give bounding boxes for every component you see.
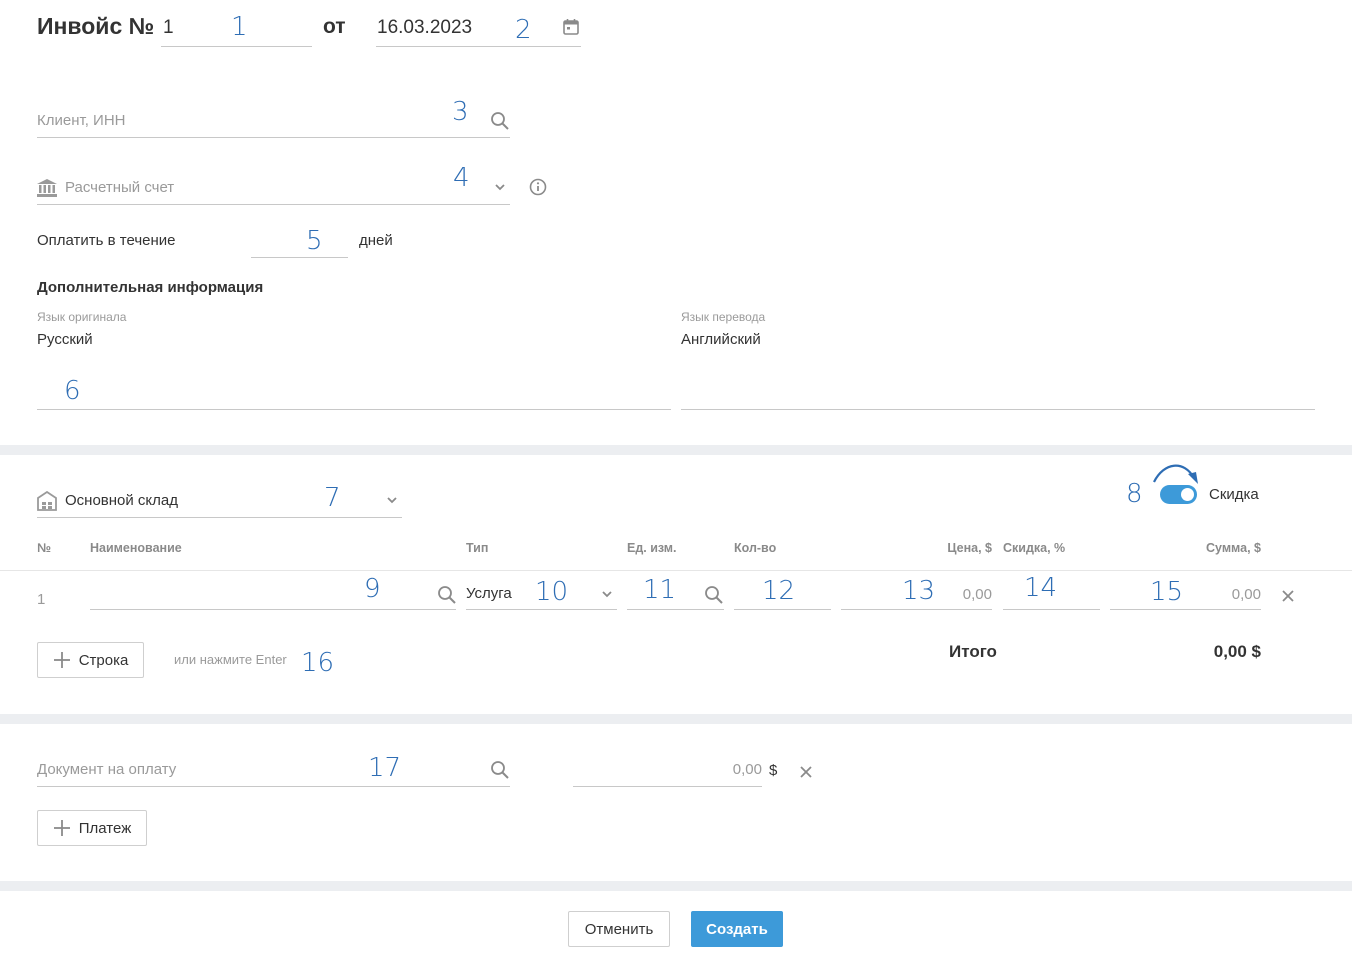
annotation-9: 9 xyxy=(364,574,381,604)
chevron-down-icon[interactable] xyxy=(385,495,399,505)
annotation-12: 12 xyxy=(762,576,796,606)
price-input[interactable]: 0,00 xyxy=(841,586,992,603)
original-lang-value[interactable]: Русский xyxy=(37,331,93,348)
row-index: 1 xyxy=(37,591,46,608)
annotation-16: 16 xyxy=(301,648,335,678)
client-input[interactable]: Клиент, ИНН xyxy=(37,112,125,129)
plus-icon xyxy=(53,819,71,837)
warehouse-select[interactable]: Основной склад xyxy=(65,492,178,509)
annotation-5: 5 xyxy=(306,226,323,256)
search-icon[interactable] xyxy=(490,111,510,131)
annotation-4: 4 xyxy=(453,163,470,193)
days-label: дней xyxy=(359,232,393,249)
annotation-8: 8 xyxy=(1126,479,1143,509)
annotation-10: 10 xyxy=(535,577,569,607)
unit-input[interactable] xyxy=(627,609,724,610)
qty-input[interactable] xyxy=(734,609,831,610)
translation-text-field[interactable] xyxy=(681,409,1315,410)
annotation-14: 14 xyxy=(1024,573,1058,603)
col-header-price: Цена, $ xyxy=(947,541,992,555)
bank-icon xyxy=(37,179,57,197)
annotation-2: 2 xyxy=(515,15,532,45)
annotation-17: 17 xyxy=(368,753,402,783)
item-type-select[interactable]: Услуга xyxy=(466,585,512,602)
col-header-sum: Сумма, $ xyxy=(1206,541,1261,555)
annotation-11: 11 xyxy=(643,575,677,605)
search-icon[interactable] xyxy=(490,760,510,780)
discount-input[interactable] xyxy=(1003,609,1100,610)
discount-toggle[interactable] xyxy=(1160,485,1197,504)
discount-toggle-label: Скидка xyxy=(1209,486,1259,503)
close-icon[interactable] xyxy=(799,765,813,779)
col-header-qty: Кол-во xyxy=(734,541,777,555)
close-icon[interactable] xyxy=(1281,589,1295,603)
account-select[interactable]: Расчетный счет xyxy=(65,179,174,196)
warehouse-icon xyxy=(37,491,57,511)
total-value: 0,00 $ xyxy=(1213,642,1261,661)
section-divider xyxy=(0,881,1352,891)
payment-doc-input[interactable]: Документ на оплату xyxy=(37,761,176,778)
date-input[interactable]: 16.03.2023 xyxy=(377,17,472,39)
add-payment-label: Платеж xyxy=(78,819,132,837)
section-divider xyxy=(0,445,1352,455)
col-header-discount: Скидка, % xyxy=(1003,541,1066,555)
page-title: Инвойс № xyxy=(37,13,155,39)
additional-info-heading: Дополнительная информация xyxy=(37,279,264,296)
add-row-button[interactable]: Строка xyxy=(37,642,144,678)
translation-lang-label: Язык перевода xyxy=(681,310,766,324)
total-label: Итого xyxy=(949,642,997,661)
original-lang-label: Язык оригинала xyxy=(37,310,127,324)
enter-hint: или нажмите Enter xyxy=(174,652,287,667)
search-icon[interactable] xyxy=(437,585,457,605)
translation-lang-value[interactable]: Английский xyxy=(681,331,761,348)
sum-value: 0,00 xyxy=(1231,586,1261,603)
add-payment-button[interactable]: Платеж xyxy=(37,810,147,846)
payment-term-label: Оплатить в течение xyxy=(37,232,176,249)
arrow-curve-icon xyxy=(1150,460,1200,486)
annotation-1: 1 xyxy=(231,12,248,42)
payment-amount-input[interactable]: 0,00 xyxy=(573,761,762,778)
item-name-input[interactable] xyxy=(90,609,456,610)
add-row-label: Строка xyxy=(78,651,129,669)
plus-icon xyxy=(53,651,71,669)
annotation-3: 3 xyxy=(452,97,469,127)
annotation-7: 7 xyxy=(324,483,341,513)
col-header-unit: Ед. изм. xyxy=(627,541,677,555)
from-label: от xyxy=(323,15,346,38)
calendar-icon[interactable] xyxy=(562,18,580,36)
create-button[interactable]: Создать xyxy=(691,911,783,947)
col-header-number: № xyxy=(37,541,51,555)
chevron-down-icon[interactable] xyxy=(600,589,614,599)
chevron-down-icon[interactable] xyxy=(493,182,507,192)
info-icon[interactable] xyxy=(529,178,547,196)
payment-currency: $ xyxy=(769,762,778,779)
invoice-number-input[interactable]: 1 xyxy=(163,17,174,39)
col-header-name: Наименование xyxy=(90,541,182,555)
col-header-type: Тип xyxy=(466,541,489,555)
original-text-field[interactable] xyxy=(37,409,671,410)
payment-days-input[interactable] xyxy=(251,257,348,258)
section-divider xyxy=(0,714,1352,724)
cancel-button[interactable]: Отменить xyxy=(568,911,670,947)
annotation-6: 6 xyxy=(64,376,81,406)
search-icon[interactable] xyxy=(704,585,724,605)
